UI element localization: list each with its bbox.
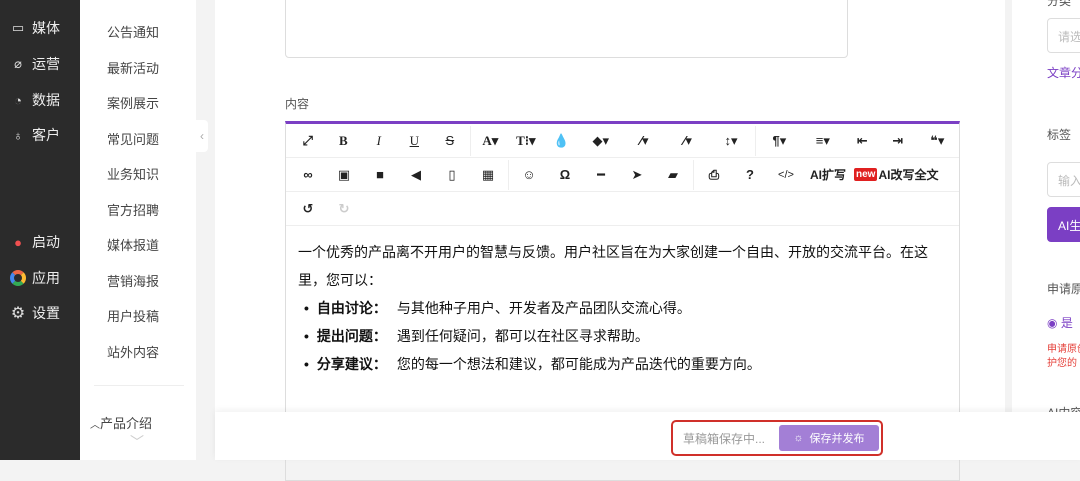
subnav-item[interactable]: 公告通知 xyxy=(107,22,159,41)
subnav-item[interactable]: 营销海报 xyxy=(107,271,159,290)
content-label: 内容 xyxy=(285,97,310,111)
list-item: 提出问题：遇到任何疑问，都可以在社区寻求帮助。 xyxy=(298,322,947,350)
chevron-up-icon: ︿ xyxy=(90,420,100,431)
collapse-sidebar-button[interactable]: ‹ xyxy=(196,120,208,152)
ai-expand-button[interactable]: AI扩写 xyxy=(810,166,846,183)
list-item: 自由讨论：与其他种子用户、开发者及产品团队交流心得。 xyxy=(298,294,947,322)
code-icon[interactable]: </> xyxy=(768,169,804,181)
subnav-item[interactable]: 用户投稿 xyxy=(107,306,159,325)
tags-input[interactable]: 输入 xyxy=(1047,162,1080,197)
ai-rewrite-button[interactable]: AI改写全文 xyxy=(878,166,938,183)
subnav-group-product[interactable]: ︿产品介绍 xyxy=(90,413,152,432)
sidebar-item-operations[interactable]: ⌀ 运营 xyxy=(10,54,60,74)
content-paragraph: 一个优秀的产品离不开用户的智慧与反馈。用户社区旨在为大家创建一个自由、开放的交流… xyxy=(298,244,928,288)
underline-icon[interactable]: U xyxy=(397,133,433,149)
quote-icon[interactable]: ❝▾ xyxy=(916,133,959,149)
italic-icon[interactable]: I xyxy=(361,133,397,149)
image-icon[interactable]: ▣ xyxy=(326,167,362,183)
launch-dots-icon: ● xyxy=(14,234,22,250)
subnav-item[interactable]: 常见问题 xyxy=(107,129,159,148)
subnav-item[interactable]: 业务知识 xyxy=(107,164,159,183)
category-label: 分类 xyxy=(1047,0,1072,8)
spinner-icon: ☼ xyxy=(793,432,804,444)
toolbar-row: ∞ ▣ ■ ◀ ▯ ▦ ☺ Ω ━ ➤ ▰ ⎙? </> AI扩写 new AI改写全文 xyxy=(286,158,959,192)
tags-label: 标签 xyxy=(1047,128,1072,142)
settings-panel: 分类 请选 文章分 标签 输入 AI生 申请原 ◉ 是 申请原创 护您的 AI内… xyxy=(1012,0,1080,420)
link-icon[interactable]: ∞ xyxy=(290,167,326,182)
audio-icon[interactable]: ◀ xyxy=(398,167,434,183)
warning-text: 护您的 xyxy=(1047,358,1077,369)
align-icon[interactable]: ≡▾ xyxy=(801,133,844,149)
main-sidebar: ▭ 媒体 ⌀ 运营 ◔ 数据 ♁ 客户 ● 启动 应用 ⚙ 设置 xyxy=(0,0,80,460)
warning-text: 申请原创 xyxy=(1047,344,1080,355)
brush-icon[interactable]: ⁄▾ xyxy=(623,133,666,149)
bottom-action-bar: 草稿箱保存中... ☼ 保存并发布 xyxy=(215,412,1080,460)
divider xyxy=(94,385,184,386)
paperclip-icon: ⌀ xyxy=(14,56,22,71)
cursor-icon[interactable]: ➤ xyxy=(619,167,655,183)
redo-icon[interactable]: ↻ xyxy=(326,201,362,217)
list-item: 分享建议：您的每一个想法和建议，都可能成为产品迭代的重要方向。 xyxy=(298,350,947,378)
draft-status: 草稿箱保存中... xyxy=(683,431,766,446)
fullscreen-icon[interactable]: ⤢ xyxy=(290,133,326,149)
font-family-icon[interactable]: A▾ xyxy=(473,133,509,149)
subnav-item[interactable]: 站外内容 xyxy=(107,342,159,361)
paragraph-icon[interactable]: ¶▾ xyxy=(758,133,801,149)
user-icon: ♁ xyxy=(13,127,23,143)
sidebar-item-launch[interactable]: ● 启动 xyxy=(10,232,60,252)
pie-chart-icon: ◔ xyxy=(14,92,22,108)
file-icon[interactable]: ▯ xyxy=(434,167,470,183)
sidebar-item-customers[interactable]: ♁ 客户 xyxy=(10,125,60,145)
video-icon[interactable]: ■ xyxy=(362,167,398,182)
radio-checked-icon: ◉ xyxy=(1047,316,1058,330)
category-link[interactable]: 文章分 xyxy=(1047,64,1080,81)
gear-icon: ⚙ xyxy=(10,305,26,322)
toolbar-row: ⤢ B I U S A▾ T⁝▾ 💧 ◆▾ ⁄▾ ⁄▾ ↕▾ ¶▾ ≡▾ ⇤ ⇥ ❝▾ xyxy=(286,124,959,158)
original-yes-radio[interactable]: ◉ 是 xyxy=(1047,314,1073,331)
horizontal-rule-icon[interactable]: ━ xyxy=(583,167,619,183)
outdent-icon[interactable]: ⇤ xyxy=(845,133,881,149)
line-height-icon[interactable]: ↕▾ xyxy=(709,133,752,149)
strikethrough-icon[interactable]: S xyxy=(432,133,468,148)
subnav-item[interactable]: 官方招聘 xyxy=(107,200,159,219)
magic-wand-icon[interactable]: ⁄▾ xyxy=(666,133,709,149)
subnav-item[interactable]: 媒体报道 xyxy=(107,235,159,254)
save-publish-button[interactable]: ☼ 保存并发布 xyxy=(779,425,879,451)
indent-icon[interactable]: ⇥ xyxy=(880,133,916,149)
eraser-icon[interactable]: ▰ xyxy=(655,167,691,183)
emoji-icon[interactable]: ☺ xyxy=(511,167,547,182)
chevron-down-icon[interactable]: ﹀ xyxy=(130,432,144,452)
video-icon: ▭ xyxy=(11,20,25,35)
undo-icon[interactable]: ↺ xyxy=(290,201,326,217)
sidebar-item-data[interactable]: ◔ 数据 xyxy=(10,90,60,110)
subnav-item[interactable]: 最新活动 xyxy=(107,58,159,77)
print-icon[interactable]: ⎙ xyxy=(696,167,732,183)
subnav-item[interactable]: 案例展示 xyxy=(107,93,159,112)
sidebar-item-settings[interactable]: ⚙ 设置 xyxy=(10,303,60,323)
editor-content[interactable]: 一个优秀的产品离不开用户的智慧与反馈。用户社区旨在为大家创建一个自由、开放的交流… xyxy=(286,226,959,390)
original-label: 申请原 xyxy=(1047,282,1080,296)
help-icon[interactable]: ? xyxy=(732,167,768,182)
main-panel: 内容 ⤢ B I U S A▾ T⁝▾ 💧 ◆▾ ⁄▾ ⁄▾ ↕▾ ¶▾ ≡▾ ⇤ ⇥ ❝▾ ∞ ▣ ■ ◀ ▯ ▦ … xyxy=(215,0,1005,481)
sidebar-item-apps[interactable]: 应用 xyxy=(10,268,60,288)
secondary-nav: 公告通知 最新活动 案例展示 常见问题 业务知识 官方招聘 媒体报道 营销海报 … xyxy=(80,0,196,460)
ai-generate-button[interactable]: AI生 xyxy=(1047,207,1080,242)
save-status-highlight: 草稿箱保存中... ☼ 保存并发布 xyxy=(671,420,883,456)
sidebar-item-media[interactable]: ▭ 媒体 xyxy=(10,18,60,38)
summary-textarea[interactable] xyxy=(285,0,848,58)
special-char-icon[interactable]: Ω xyxy=(547,167,583,182)
font-size-icon[interactable]: T⁝▾ xyxy=(508,133,544,149)
apps-ring-icon xyxy=(10,270,26,286)
text-color-icon[interactable]: 💧 xyxy=(544,133,580,149)
toolbar-row: ↺ ↻ xyxy=(286,192,959,226)
category-select[interactable]: 请选 xyxy=(1047,18,1080,53)
table-icon[interactable]: ▦ xyxy=(470,167,506,183)
tag-icon[interactable]: ◆▾ xyxy=(579,133,622,149)
bold-icon[interactable]: B xyxy=(326,133,362,149)
new-badge: new xyxy=(854,168,878,181)
